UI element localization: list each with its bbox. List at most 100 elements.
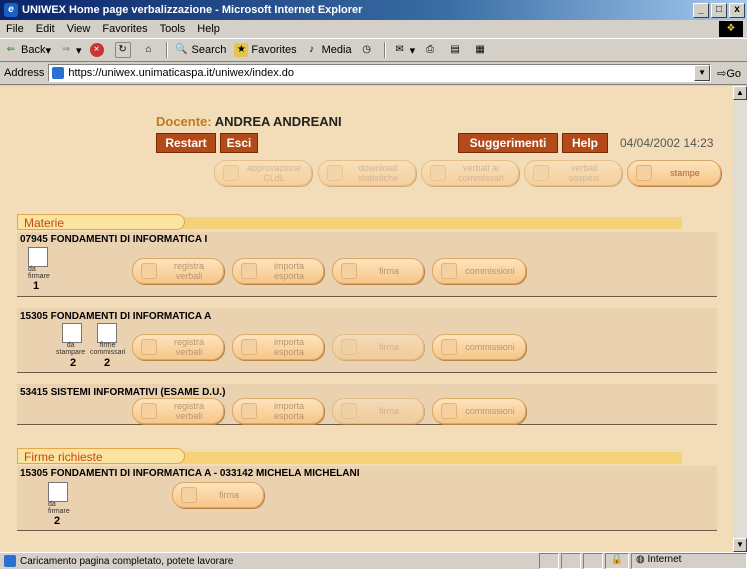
home-button[interactable]: ⌂ [138, 40, 163, 60]
toolbar-separator [383, 42, 386, 58]
menu-file[interactable]: File [0, 23, 30, 35]
firma-richiesta-button[interactable]: firma [172, 482, 264, 508]
back-button[interactable]: ⇐ Back ▾ [0, 40, 55, 60]
menu-edit[interactable]: Edit [30, 23, 61, 35]
menu-tools[interactable]: Tools [154, 23, 192, 35]
go-button[interactable]: ⇨Go [711, 67, 747, 80]
registra-verbali-button[interactable]: registra verbali [132, 258, 224, 284]
window-title: UNIWEX Home page verbalizzazione - Micro… [22, 4, 363, 16]
minimize-button[interactable]: _ [693, 2, 709, 18]
mail-icon: ✉ [395, 44, 404, 55]
da-firmare-count: 1 [33, 280, 40, 292]
mail-button[interactable]: ✉ ▾ [389, 40, 420, 60]
commissioni-button[interactable]: commissioni [432, 398, 526, 424]
firma-button-disabled: firma [332, 398, 424, 424]
refresh-button[interactable]: ↻ [111, 40, 138, 60]
address-input[interactable]: https://uniwex.unimaticaspa.it/uniwex/in… [48, 64, 712, 82]
ie-icon: e [4, 3, 18, 17]
verbali-sospesi-button[interactable]: verbali sospesi [524, 160, 622, 186]
scroll-up-icon[interactable]: ▲ [733, 86, 747, 100]
print-button[interactable]: ⎙ [419, 40, 444, 60]
discuss-button[interactable]: ▦ [469, 40, 494, 60]
sign-document-icon[interactable] [48, 482, 68, 502]
forward-button[interactable]: ⇒ ▾ [55, 40, 86, 60]
page-done-icon [4, 555, 16, 567]
commissioni-button[interactable]: commissioni [432, 334, 526, 360]
commissioni-button[interactable]: commissioni [432, 258, 526, 284]
commissari-person-icon[interactable] [97, 323, 117, 343]
close-button[interactable]: x [729, 2, 745, 18]
page-icon [52, 67, 65, 79]
printer-icon[interactable] [62, 323, 82, 343]
importa-esporta-button[interactable]: importa esporta [232, 258, 324, 284]
edit-icon: ▤ [450, 44, 460, 55]
firma-button[interactable]: firma [332, 258, 424, 284]
history-icon: ◷ [362, 44, 371, 55]
materie-section-label: Materie [17, 214, 185, 230]
envelope-icon [223, 165, 239, 181]
download-icon [327, 165, 343, 181]
windows-logo-icon: ❖ [719, 21, 743, 37]
esci-button[interactable]: Esci [220, 133, 258, 153]
firma-button-disabled: firma [332, 334, 424, 360]
globe-icon: ◍ [636, 554, 645, 565]
firme-commissari-label: firme commissari [90, 342, 126, 356]
docente-name: ANDREA ANDREANI [214, 114, 342, 129]
menu-help[interactable]: Help [191, 23, 226, 35]
da-stampare-label: da stampare [56, 342, 86, 356]
status-cell [539, 553, 559, 569]
address-dropdown-icon[interactable]: ▼ [694, 65, 711, 81]
stop-icon: × [89, 43, 104, 57]
firme-section-label: Firme richieste [17, 448, 185, 464]
history-button[interactable]: ◷ [356, 40, 381, 60]
sospesi-icon [533, 165, 549, 181]
media-button[interactable]: ♪ Media [301, 40, 356, 60]
status-bar: Caricamento pagina completato, potete la… [0, 552, 747, 569]
menu-view[interactable]: View [61, 23, 97, 35]
commissioni-icon [441, 403, 457, 419]
suggerimenti-button[interactable]: Suggerimenti [458, 133, 558, 153]
edit-button[interactable]: ▤ [444, 40, 469, 60]
refresh-icon: ↻ [114, 42, 131, 58]
firma-icon [341, 339, 357, 355]
scroll-down-icon[interactable]: ▼ [733, 538, 747, 552]
vertical-scrollbar[interactable]: ▲ ▼ [733, 86, 747, 552]
da-firmare-count: 2 [54, 515, 61, 527]
stop-button[interactable]: × [86, 40, 111, 60]
firma-icon [341, 403, 357, 419]
course-title: 53415 SISTEMI INFORMATIVI (ESAME D.U.) [20, 387, 226, 398]
sign-document-icon[interactable] [28, 247, 48, 267]
download-statistiche-button[interactable]: download statistiche [318, 160, 416, 186]
registra-verbali-button[interactable]: registra verbali [132, 398, 224, 424]
registra-verbali-button[interactable]: registra verbali [132, 334, 224, 360]
lock-icon: 🔒 [605, 553, 629, 569]
help-button[interactable]: Help [562, 133, 608, 153]
restart-button[interactable]: Restart [156, 133, 216, 153]
status-cell [561, 553, 581, 569]
print-icon: ⎙ [426, 44, 435, 55]
approvazione-cldl-button[interactable]: approvazione CLdL [214, 160, 312, 186]
importa-esporta-button[interactable]: importa esporta [232, 334, 324, 360]
docente-label: Docente: [156, 114, 212, 129]
commissioni-icon [441, 339, 457, 355]
commissari-icon [430, 165, 446, 181]
firme-title: 15305 FONDAMENTI DI INFORMATICA A - 0331… [20, 468, 360, 479]
stampe-button[interactable]: stampe [627, 160, 721, 186]
search-button[interactable]: 🔍 Search [171, 40, 231, 60]
registra-icon [141, 403, 157, 419]
toolbar: ⇐ Back ▾ ⇒ ▾ × ↻ ⌂ 🔍 Search ★ Favorites ♪ Med… [0, 39, 747, 62]
import-export-icon [241, 263, 257, 279]
address-label: Address [4, 67, 45, 79]
import-export-icon [241, 403, 257, 419]
toolbar-separator [165, 42, 168, 58]
maximize-button[interactable]: □ [711, 2, 727, 18]
address-bar: Address https://uniwex.unimaticaspa.it/u… [0, 62, 747, 85]
firma-icon [341, 263, 357, 279]
favorites-button[interactable]: ★ Favorites [230, 40, 300, 60]
menu-favorites[interactable]: Favorites [96, 23, 153, 35]
back-arrow-icon: ⇐ [6, 44, 16, 55]
course-title: 07945 FONDAMENTI DI INFORMATICA I [20, 234, 208, 245]
importa-esporta-button[interactable]: importa esporta [232, 398, 324, 424]
home-icon: ⌂ [145, 44, 152, 55]
verbali-ai-commissari-button[interactable]: verbali ai commissari [421, 160, 519, 186]
